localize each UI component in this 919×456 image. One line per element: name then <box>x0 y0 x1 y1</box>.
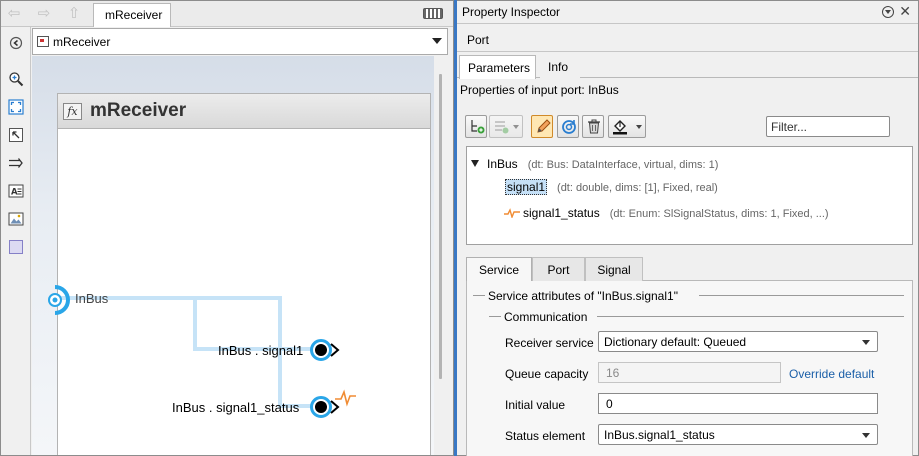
address-text: mReceiver <box>53 35 111 49</box>
chevron-down-icon <box>862 433 870 438</box>
panel-title: Property Inspector <box>462 5 561 19</box>
status-signal-icon <box>335 389 356 407</box>
close-icon[interactable]: ✕ <box>899 3 911 20</box>
inspector-toolbar <box>465 115 913 139</box>
property-inspector: Property Inspector ✕ Port Parameters Inf… <box>457 0 919 456</box>
status-signal-icon <box>504 208 520 220</box>
tree-row-inbus[interactable]: InBus (dt: Bus: DataInterface, virtual, d… <box>471 157 718 171</box>
service-attributes: Service attributes of "InBus.signal1" Co… <box>466 281 913 456</box>
tab-info[interactable]: Info <box>540 55 580 78</box>
forward-arrow-icon[interactable]: ⇨ <box>35 5 53 23</box>
svg-text:A: A <box>11 188 18 198</box>
tree-item-name: signal1_status <box>523 206 600 220</box>
service-group-title: Service attributes of "InBus.signal1" <box>488 289 678 303</box>
group-rule <box>473 295 485 296</box>
receiver-service-label: Receiver service <box>505 336 594 350</box>
port-description: Properties of input port: InBus <box>460 83 619 97</box>
group-rule <box>597 316 904 317</box>
address-bar[interactable]: mReceiver <box>32 28 448 55</box>
override-default-link[interactable]: Override default <box>789 367 874 381</box>
refresh-icon <box>562 120 576 134</box>
zoom-icon[interactable] <box>8 71 24 87</box>
edit-button[interactable] <box>531 115 553 138</box>
service-panel: Service Port Signal Service attributes o… <box>466 257 913 456</box>
add-menu-button[interactable] <box>489 115 523 138</box>
tree-row-signal1-status[interactable]: signal1_status (dt: Enum: SlSignalStatus,… <box>504 206 829 220</box>
scrollbar-thumb[interactable] <box>439 74 442 379</box>
side-toolbar: A <box>1 27 31 455</box>
initial-value-input[interactable]: 0 <box>598 393 878 414</box>
model-editor-pane: ⇦ ⇨ ⇧ mReceiver A mReceiver fx mReceiver… <box>0 0 454 456</box>
group-rule <box>699 295 904 296</box>
chevron-down-icon <box>636 125 642 129</box>
back-arrow-icon[interactable]: ⇦ <box>5 5 23 23</box>
highlight-button[interactable] <box>608 115 646 138</box>
object-type: Port <box>467 33 490 47</box>
bus-element-tree[interactable]: InBus (dt: Bus: DataInterface, virtual, d… <box>466 146 913 245</box>
queue-capacity-input: 16 <box>598 362 781 383</box>
paint-bucket-icon <box>613 120 627 135</box>
receiver-service-select[interactable]: Dictionary default: Queued <box>598 331 878 352</box>
signal1-port-label: InBus . signal1 <box>218 343 304 358</box>
tab-mreceiver[interactable]: mReceiver <box>93 3 171 27</box>
status-element-label: Status element <box>505 429 586 443</box>
tab-parameters[interactable]: Parameters <box>459 55 536 79</box>
inport-label: InBus <box>75 291 109 306</box>
communication-group-title: Communication <box>504 310 588 324</box>
status-element-value: InBus.signal1_status <box>604 428 715 442</box>
vertical-scrollbar[interactable] <box>434 56 448 455</box>
pencil-icon <box>537 119 551 133</box>
annotation-icon[interactable]: A <box>8 183 24 199</box>
tree-row-signal1[interactable]: signal1 (dt: double, dims: [1], Fixed, re… <box>505 179 718 195</box>
refresh-button[interactable] <box>557 115 579 138</box>
chevron-down-icon <box>513 125 519 129</box>
tree-item-name: signal1 <box>505 179 548 195</box>
add-element-icon <box>471 120 485 134</box>
group-rule <box>489 316 501 317</box>
tab-port[interactable]: Port <box>532 257 585 281</box>
status-element-select[interactable]: InBus.signal1_status <box>598 424 878 445</box>
delete-button[interactable] <box>582 115 604 138</box>
outport-status-icon[interactable] <box>310 396 340 418</box>
diagram-wires <box>48 285 356 418</box>
divider <box>457 23 918 24</box>
queue-capacity-label: Queue capacity <box>505 367 589 381</box>
receiver-service-value: Dictionary default: Queued <box>604 335 747 349</box>
hide-panel-icon[interactable] <box>8 35 24 51</box>
add-element-button[interactable] <box>465 115 487 138</box>
chevron-down-icon <box>862 340 870 345</box>
chevron-down-icon[interactable] <box>432 38 442 44</box>
panel-menu-icon[interactable] <box>882 6 894 18</box>
model-icon <box>37 36 49 47</box>
tree-item-meta: (dt: Enum: SlSignalStatus, dims: 1, Fixe… <box>609 208 829 220</box>
tree-item-meta: (dt: double, dims: [1], Fixed, real) <box>557 182 718 194</box>
status-port-label: InBus . signal1_status <box>172 400 300 415</box>
filter-input[interactable] <box>766 116 890 137</box>
chevron-down-icon[interactable] <box>471 160 479 167</box>
image-icon[interactable] <box>8 211 24 227</box>
model-canvas[interactable]: fx mReceiver InBus InBus . signal1 InBus… <box>32 56 448 455</box>
list-add-icon <box>495 121 509 134</box>
service-tabs: Service Port Signal <box>466 257 913 282</box>
tree-item-meta: (dt: Bus: DataInterface, virtual, dims: … <box>527 159 719 171</box>
fit-to-view-icon[interactable] <box>8 99 24 115</box>
area-icon[interactable] <box>8 239 24 255</box>
inspector-tabs: Parameters Info <box>457 55 918 79</box>
editor-nav-bar: ⇦ ⇨ ⇧ mReceiver <box>1 1 453 27</box>
tab-signal[interactable]: Signal <box>585 257 643 281</box>
area-select-icon[interactable] <box>8 127 24 143</box>
keyboard-icon[interactable] <box>423 8 443 19</box>
tree-item-name: InBus <box>487 157 518 171</box>
trash-icon <box>588 119 600 134</box>
initial-value-label: Initial value <box>505 398 566 412</box>
outport-signal1-icon[interactable] <box>310 339 340 361</box>
arrow-right-icon[interactable] <box>8 155 24 171</box>
tab-service[interactable]: Service <box>466 257 532 282</box>
up-arrow-icon[interactable]: ⇧ <box>65 5 83 23</box>
divider <box>457 51 918 52</box>
